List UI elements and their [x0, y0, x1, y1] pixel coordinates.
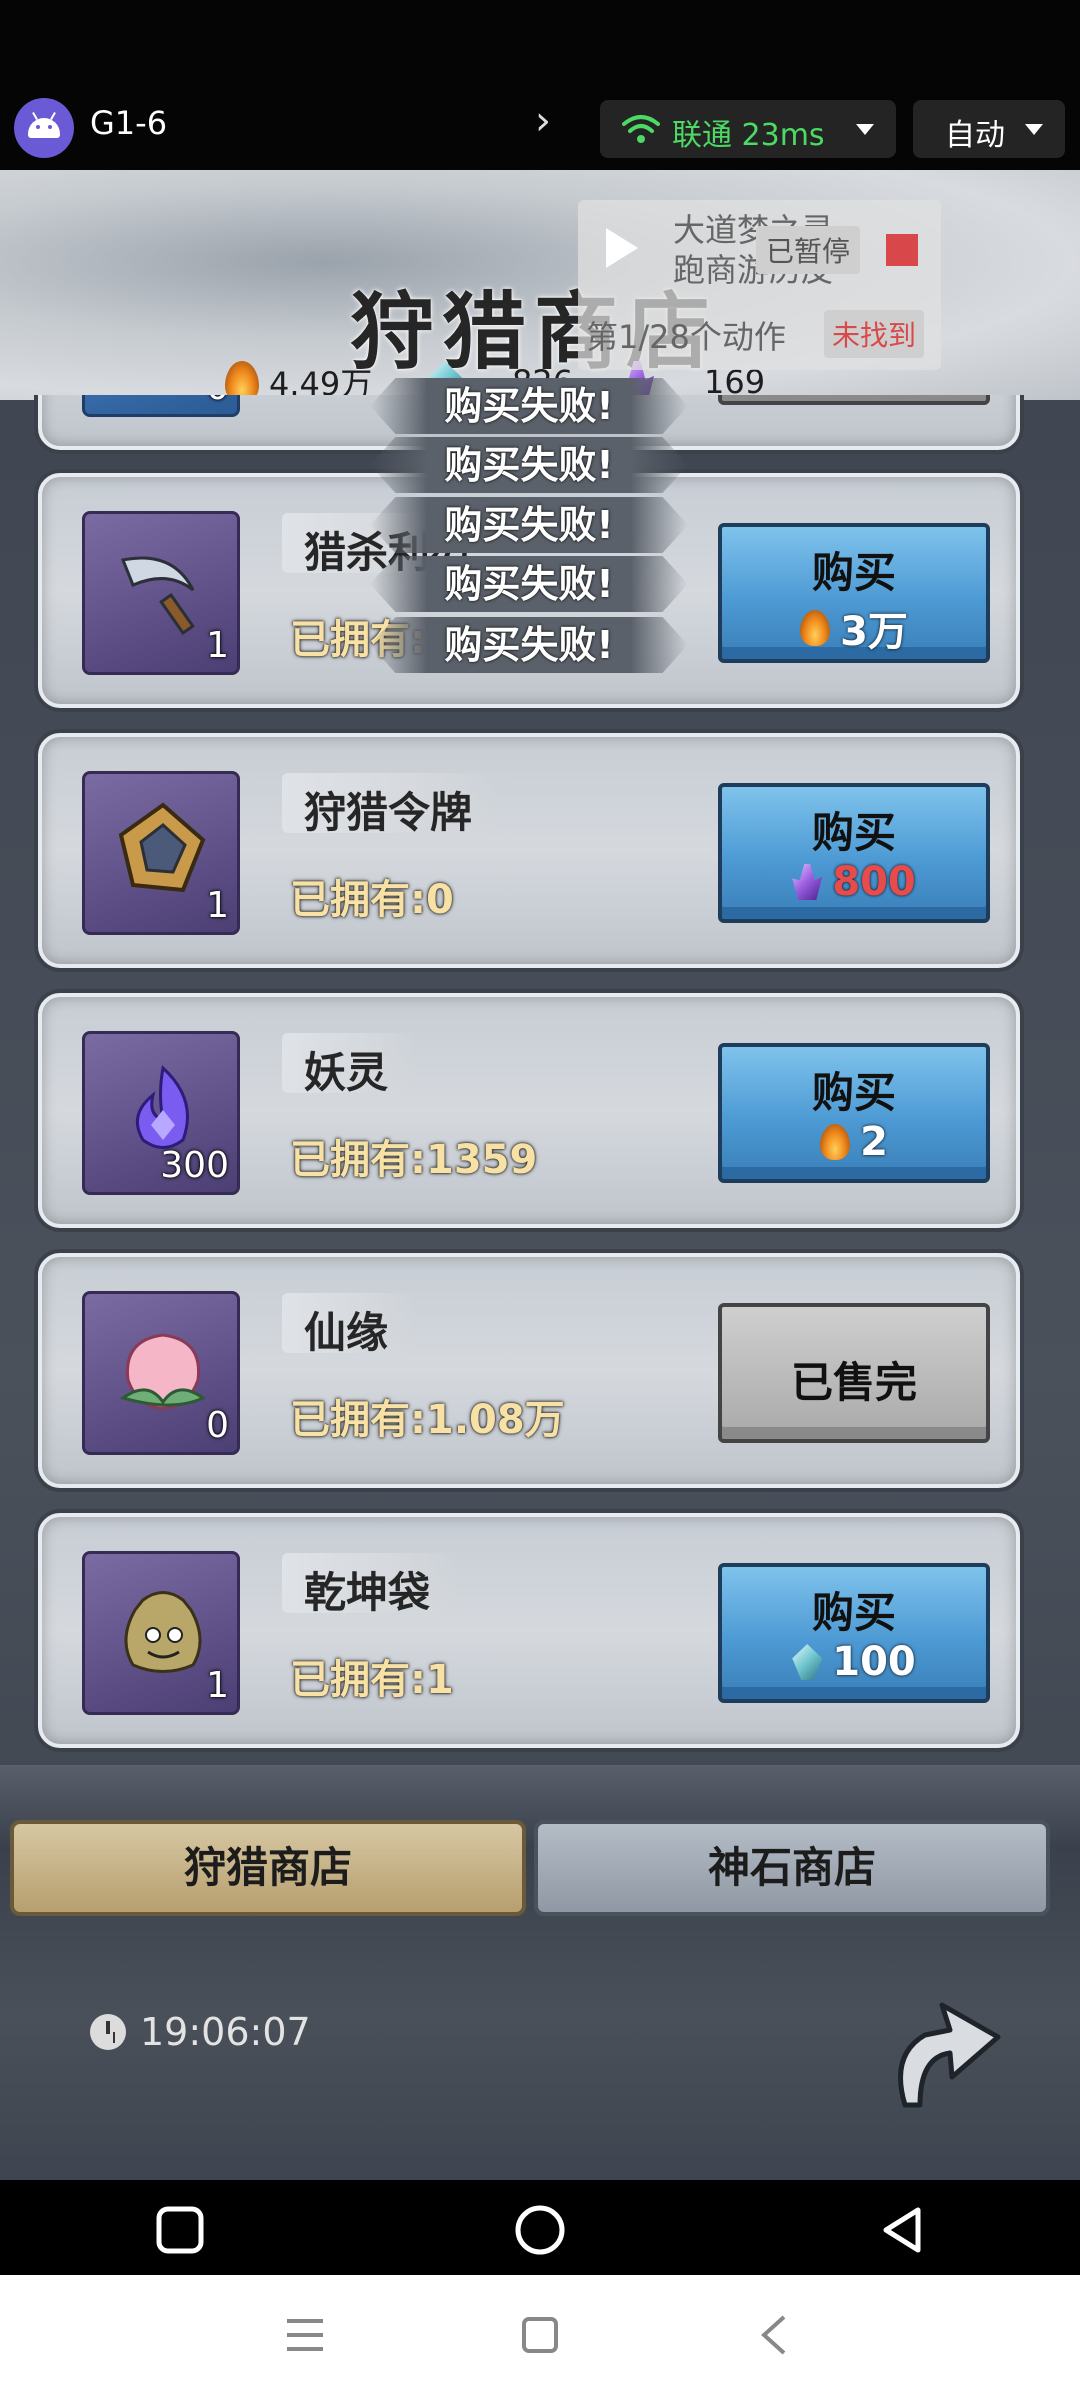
chevron-right-icon[interactable]: › [535, 98, 551, 144]
item-thumbnail: 1 [82, 511, 240, 675]
tab-divine-stone-shop[interactable]: 神石商店 [534, 1820, 1050, 1916]
peach-icon [119, 1333, 206, 1410]
home-icon[interactable] [513, 2203, 567, 2257]
sold-out-label: 已售完 [790, 1358, 917, 1407]
item-quantity: 300 [160, 1145, 229, 1186]
buy-label: 购买 [811, 548, 896, 597]
item-thumbnail: 0 [82, 1291, 240, 1455]
remote-control-bar: G1-6 › 联通 23ms 自动 [0, 0, 1080, 170]
item-thumbnail: 0 [82, 395, 240, 417]
price: 3万 [722, 599, 986, 657]
item-quantity: 0 [206, 1405, 229, 1446]
price-value: 100 [832, 1639, 916, 1685]
buy-label: 购买 [811, 1588, 896, 1637]
network-status: 联通 23ms [672, 118, 825, 153]
tab-hunting-shop[interactable]: 狩猎商店 [10, 1820, 526, 1916]
list-item: 300 妖灵 已拥有:1359 购买 2 [38, 993, 1020, 1228]
item-thumbnail: 300 [82, 1031, 240, 1195]
buy-button[interactable]: 购买 3万 [718, 523, 990, 663]
recent-apps-icon[interactable] [155, 2205, 205, 2255]
item-quantity: 1 [206, 625, 229, 666]
sold-out-button: 已售完 [718, 1303, 990, 1443]
item-quantity: 0 [206, 395, 229, 408]
buy-label: 购买 [811, 1068, 896, 1117]
blade-icon [120, 556, 195, 636]
play-icon[interactable] [606, 228, 638, 268]
item-quantity: 1 [206, 885, 229, 926]
device-navigation-bar [0, 2180, 1080, 2275]
stop-icon[interactable] [886, 234, 918, 266]
square-home-icon[interactable] [520, 2315, 560, 2355]
owned-count: 已拥有:1359 [290, 1137, 538, 1183]
wifi-icon [622, 115, 660, 143]
purple-crystal-icon [792, 864, 823, 900]
owned-count: 已拥有:0 [290, 877, 454, 923]
android-app-icon[interactable] [14, 98, 74, 158]
bag-icon [124, 1591, 202, 1673]
buy-button[interactable]: 购买 800 [718, 783, 990, 923]
quality-mode-label: 自动 [945, 118, 1005, 153]
host-navigation-bar [0, 2275, 1080, 2400]
item-quantity: 1 [206, 1665, 229, 1706]
list-item: 1 乾坤袋 已拥有:1 购买 100 [38, 1513, 1020, 1748]
refresh-timer: 19:06:07 [90, 2010, 311, 2054]
price-value: 2 [860, 1119, 888, 1165]
back-icon[interactable] [878, 2204, 928, 2256]
list-item: 1 狩猎令牌 已拥有:0 购买 800 [38, 733, 1020, 968]
result-badge: 未找到 [824, 310, 925, 358]
clock-icon [90, 2014, 126, 2050]
game-screen: 狩猎商店 4.49万 826 169 大道梦之灵 跑商游历皮 已暂停 第1/28… [0, 170, 1080, 2180]
status-badge: 已暂停 [756, 226, 861, 274]
token-icon [118, 802, 206, 893]
item-name: 妖灵 [282, 1033, 417, 1097]
flame-coin-icon [800, 610, 831, 646]
flame-coin-icon [820, 1124, 851, 1160]
network-selector[interactable]: 联通 23ms [600, 100, 896, 158]
chevron-down-icon [1025, 124, 1043, 135]
device-name[interactable]: G1-6 [90, 104, 167, 142]
purchase-failed-toast: 购买失败! [370, 617, 688, 673]
purchase-failed-toast: 购买失败! [370, 378, 688, 434]
buy-label: 购买 [811, 808, 896, 857]
chevron-down-icon [856, 124, 874, 135]
item-thumbnail: 1 [82, 771, 240, 935]
menu-icon[interactable] [285, 2317, 325, 2353]
item-name: 狩猎令牌 [282, 773, 501, 837]
quality-mode-selector[interactable]: 自动 [913, 100, 1065, 158]
item-name: 仙缘 [282, 1293, 417, 1357]
price: 800 [722, 859, 986, 905]
buy-button[interactable]: 购买 2 [718, 1043, 990, 1183]
refresh-time: 19:06:07 [140, 2010, 311, 2054]
chevron-left-icon[interactable] [758, 2313, 788, 2357]
buy-button[interactable] [718, 395, 990, 405]
purchase-failed-toast: 购买失败! [370, 556, 688, 612]
owned-count: 已拥有:1 [290, 1657, 454, 1703]
automation-overlay: 大道梦之灵 跑商游历皮 已暂停 第1/28个动作 未找到 [578, 200, 941, 370]
price-value: 3万 [840, 609, 908, 655]
owned-count: 已拥有:1.08万 [290, 1397, 565, 1443]
return-arrow-icon[interactable] [880, 1985, 1010, 2115]
purchase-failed-toast: 购买失败! [370, 437, 688, 493]
price-value: 800 [832, 859, 916, 905]
item-thumbnail: 1 [82, 1551, 240, 1715]
price: 2 [722, 1119, 986, 1165]
item-name: 乾坤袋 [282, 1553, 459, 1617]
purchase-failed-toast: 购买失败! [370, 497, 688, 553]
price: 100 [722, 1639, 986, 1685]
list-item: 0 仙缘 已拥有:1.08万 已售完 [38, 1253, 1020, 1488]
jade-gem-icon [792, 1644, 823, 1680]
buy-button[interactable]: 购买 100 [718, 1563, 990, 1703]
step-text: 第1/28个动作 [586, 318, 786, 356]
